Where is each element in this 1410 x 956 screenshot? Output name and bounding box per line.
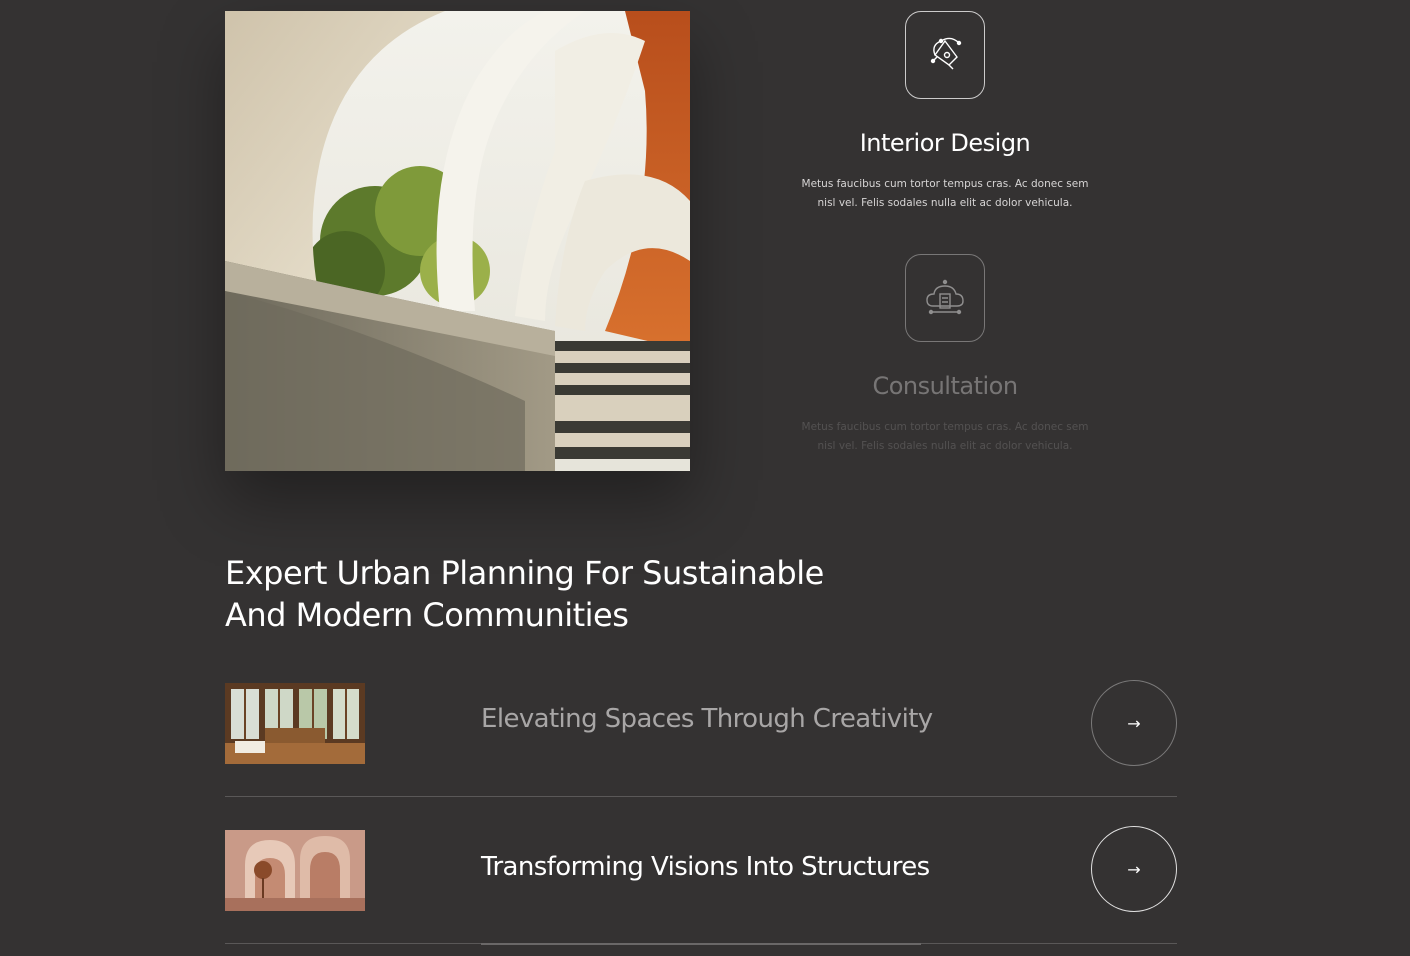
headline-line-1: Expert Urban Planning For Sustainable [225,554,824,592]
service-description: Metus faucibus cum tortor tempus cras. A… [801,178,1089,209]
arrow-right-button[interactable]: → [1091,680,1177,766]
hero-architecture-image [225,11,690,471]
project-row[interactable]: Elevating Spaces Through Creativity → [225,650,1177,797]
project-row[interactable]: Transforming Visions Into Structures → [225,797,1177,945]
service-interior-design: Interior Design Metus faucibus cum torto… [760,11,1130,213]
arrow-right-icon: → [1127,859,1141,879]
project-thumbnail [225,830,365,911]
project-title[interactable]: Elevating Spaces Through Creativity [481,704,933,734]
section-headline: Expert Urban Planning For Sustainable An… [225,552,925,636]
active-underline [481,943,921,945]
service-title: Interior Design [859,129,1031,157]
pen-tool-icon [905,11,985,99]
headline-line-2: And Modern Communities [225,596,629,634]
arrow-right-button[interactable]: → [1091,826,1177,912]
arrow-right-icon: → [1127,713,1141,733]
service-consultation: Consultation Metus faucibus cum tortor t… [760,254,1130,456]
page: Interior Design Metus faucibus cum torto… [0,0,1410,956]
service-description: Metus faucibus cum tortor tempus cras. A… [801,421,1089,452]
cloud-building-icon [905,254,985,342]
project-title[interactable]: Transforming Visions Into Structures [481,852,930,882]
service-title: Consultation [872,372,1018,400]
project-thumbnail [225,683,365,764]
